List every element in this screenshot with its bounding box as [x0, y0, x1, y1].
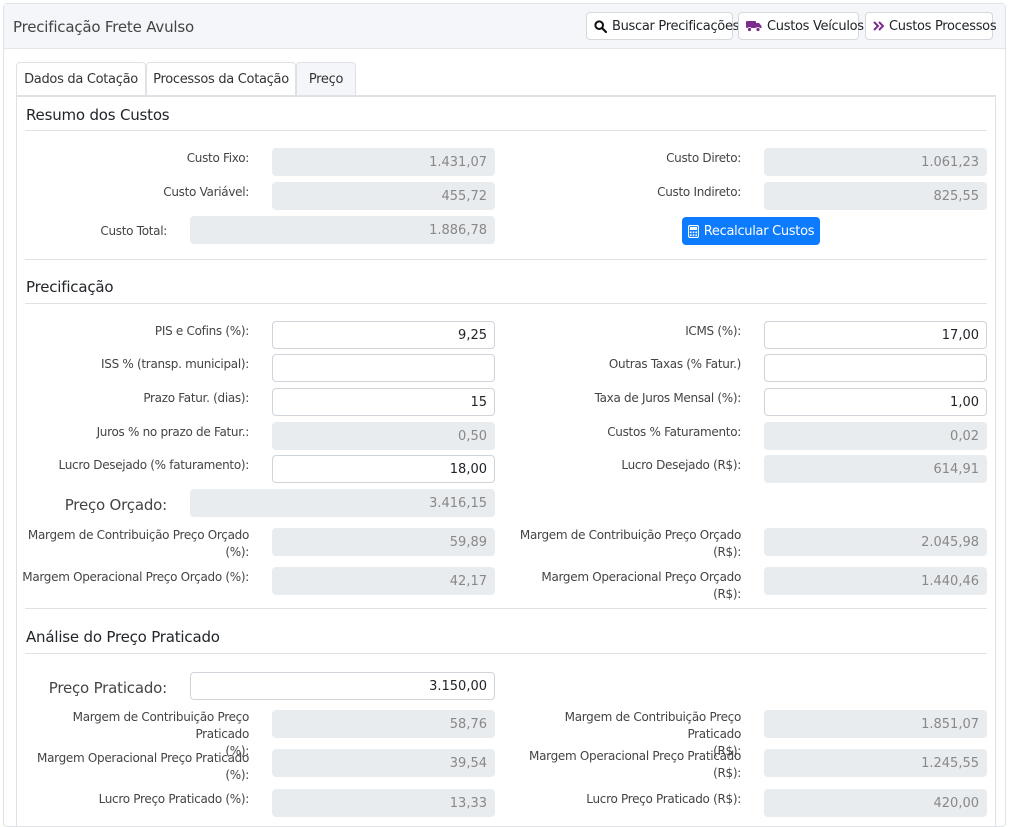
divider [25, 303, 987, 304]
custo-direto-label: Custo Direto: [666, 151, 741, 165]
page-title: Precificação Frete Avulso [13, 18, 194, 36]
pis-cofins-label: PIS e Cofins (%): [154, 324, 249, 338]
custo-total-label: Custo Total: [100, 224, 167, 238]
custos-processos-button[interactable]: Custos Processos [865, 12, 997, 40]
mc-orcado-pct-field: 59,89 [272, 528, 495, 556]
custos-faturamento-label: Custos % Faturamento: [607, 425, 741, 439]
juros-prazo-label: Juros % no prazo de Fatur.: [96, 425, 250, 439]
lucro-praticado-rs-field: 420,00 [764, 789, 987, 817]
preco-praticado-input[interactable]: 3.150,00 [190, 672, 495, 700]
custo-fixo-field: 1.431,07 [272, 148, 495, 176]
custo-variavel-field: 455,72 [272, 182, 495, 210]
mc-orcado-rs-label-line2: (R$): [713, 545, 741, 559]
tab-panel-preco: Resumo dos Custos Custo Fixo: 1.431,07 C… [16, 95, 996, 827]
custo-total-field: 1.886,78 [190, 216, 495, 244]
prazo-fatur-label: Prazo Fatur. (dias): [143, 391, 249, 405]
mc-orcado-rs-label: Margem de Contribuição Preço Orçado (R$)… [517, 527, 741, 561]
processos-label: Custos Processos [889, 18, 997, 34]
taxa-juros-input[interactable]: 1,00 [764, 388, 987, 416]
preco-orcado-field: 3.416,15 [190, 489, 495, 517]
custos-faturamento-field: 0,02 [764, 422, 987, 450]
mc-orcado-pct-label-line1: Margem de Contribuição Preço Orçado [27, 528, 249, 542]
divider [25, 653, 987, 654]
mc-orcado-pct-label: Margem de Contribuição Preço Orçado (%): [27, 527, 249, 561]
buscar-precificacoes-button[interactable]: Buscar Precificações [586, 12, 739, 40]
mc-praticado-rs-field: 1.851,07 [764, 710, 987, 738]
mc-praticado-pct-label-line1: Margem de Contribuição Preço Praticado [72, 710, 250, 741]
icms-input[interactable]: 17,00 [764, 321, 987, 349]
lucro-praticado-pct-label: Lucro Preço Praticado (%): [98, 792, 250, 806]
mo-orcado-pct-field: 42,17 [272, 567, 495, 595]
outras-taxas-input[interactable] [764, 354, 987, 382]
icms-label: ICMS (%): [685, 324, 741, 338]
lucro-praticado-pct-field: 13,33 [272, 789, 495, 817]
resumo-title: Resumo dos Custos [26, 106, 170, 124]
mc-orcado-rs-label-line1: Margem de Contribuição Preço Orçado [519, 528, 741, 542]
preco-orcado-label: Preço Orçado: [64, 496, 167, 514]
pis-cofins-input[interactable]: 9,25 [272, 321, 495, 349]
precificacao-title: Precificação [26, 278, 114, 296]
custo-indireto-field: 825,55 [764, 182, 987, 210]
prazo-fatur-input[interactable]: 15 [272, 388, 495, 416]
lucro-desejado-rs-field: 614,91 [764, 455, 987, 483]
juros-prazo-field: 0,50 [272, 422, 495, 450]
mo-praticado-rs-label-line2: (R$): [713, 766, 741, 780]
divider [25, 608, 987, 609]
outras-taxas-label: Outras Taxas (% Fatur.) [608, 357, 741, 371]
lucro-desejado-rs-label: Lucro Desejado (R$): [621, 458, 741, 472]
tab-preco[interactable]: Preço [296, 62, 356, 95]
iss-input[interactable] [272, 354, 495, 382]
lucro-desejado-pct-input[interactable]: 18,00 [272, 455, 495, 483]
custos-veiculos-button[interactable]: Custos Veículos [738, 12, 864, 40]
mo-orcado-pct-label: Margem Operacional Preço Orçado (%): [22, 570, 249, 584]
mo-orcado-rs-label: Margem Operacional Preço Orçado (R$): [541, 570, 741, 601]
mo-praticado-rs-field: 1.245,55 [764, 749, 987, 777]
mo-praticado-pct-field: 39,54 [272, 749, 495, 777]
divider [25, 259, 987, 260]
custo-indireto-label: Custo Indireto: [657, 185, 741, 199]
mc-praticado-rs-label-line1: Margem de Contribuição Preço Praticado [564, 710, 742, 741]
mc-orcado-rs-field: 2.045,98 [764, 528, 987, 556]
mc-orcado-pct-label-line2: (%): [225, 545, 249, 559]
lucro-praticado-rs-label: Lucro Preço Praticado (R$): [586, 792, 741, 806]
double-chevron-right-icon [873, 21, 884, 31]
custo-fixo-label: Custo Fixo: [186, 151, 250, 165]
custo-direto-field: 1.061,23 [764, 148, 987, 176]
tab-processos-cotacao[interactable]: Processos da Cotação [146, 62, 296, 95]
pricing-card: Precificação Frete Avulso Buscar Precifi… [3, 3, 1006, 827]
buscar-label: Buscar Precificações [612, 18, 740, 34]
veiculos-label: Custos Veículos [767, 18, 864, 34]
iss-label: ISS % (transp. municipal): [101, 357, 249, 371]
mo-praticado-rs-label-line1: Margem Operacional Preço Praticado [529, 749, 741, 763]
divider [25, 130, 987, 131]
card-header: Precificação Frete Avulso Buscar Precifi… [4, 4, 1005, 49]
mc-praticado-pct-field: 58,76 [272, 710, 495, 738]
taxa-juros-label: Taxa de Juros Mensal (%): [594, 391, 742, 405]
tab-dados-cotacao[interactable]: Dados da Cotação [16, 62, 146, 95]
mo-praticado-pct-label: Margem Operacional Preço Praticado (%): [37, 751, 249, 782]
analise-title: Análise do Preço Praticado [26, 628, 220, 646]
preco-praticado-label: Preço Praticado: [48, 679, 167, 697]
truck-icon [746, 20, 762, 32]
recalcular-label: Recalcular Custos [703, 223, 815, 239]
calculator-icon [687, 224, 699, 238]
search-icon [594, 19, 607, 33]
lucro-desejado-pct-label: Lucro Desejado (% faturamento): [58, 458, 250, 472]
custo-variavel-label: Custo Variável: [163, 185, 249, 199]
mo-praticado-rs-label: Margem Operacional Preço Praticado (R$): [517, 748, 741, 782]
recalcular-custos-button[interactable]: Recalcular Custos [682, 217, 820, 245]
mo-orcado-rs-field: 1.440,46 [764, 567, 987, 595]
